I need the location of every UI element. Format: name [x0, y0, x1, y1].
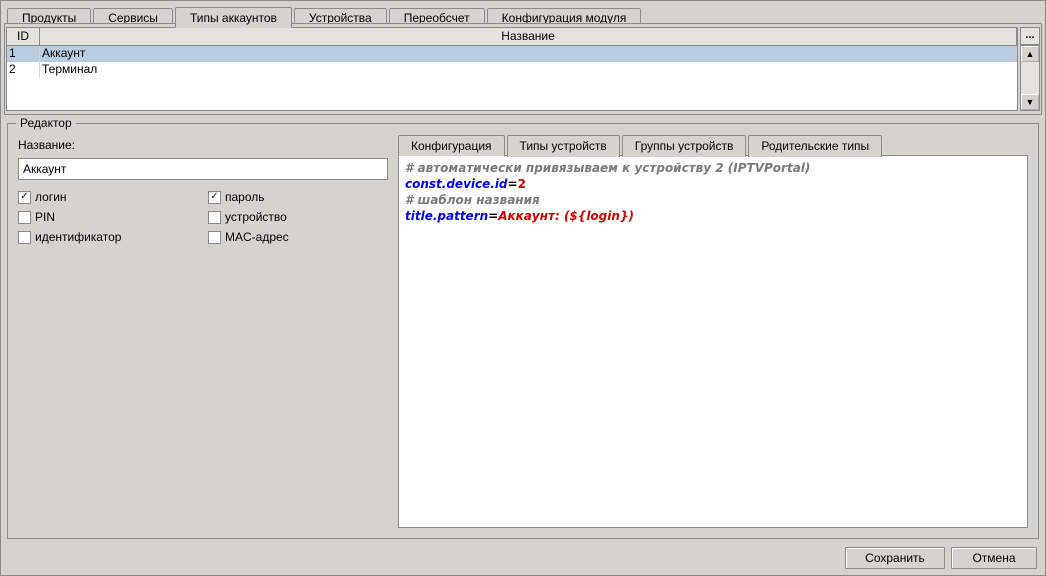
checkbox-логин[interactable] [18, 191, 31, 204]
table-row[interactable]: 2Терминал [7, 62, 1017, 78]
main-window: ПродуктыСервисыТипы аккаунтовУстройстваП… [0, 0, 1046, 576]
scroll-down-button[interactable]: ▼ [1021, 94, 1039, 110]
checkbox-MAC-адрес[interactable] [208, 231, 221, 244]
inner-tab-Родительские типы[interactable]: Родительские типы [748, 135, 882, 157]
cell-name: Аккаунт [40, 46, 1017, 62]
name-input[interactable] [18, 158, 388, 180]
editor-right-column: КонфигурацияТипы устройствГруппы устройс… [398, 134, 1028, 528]
editor-legend: Редактор [16, 116, 76, 130]
config-line: # автоматически привязываем к устройству… [405, 160, 1021, 176]
editor-left-column: Название: логин пароль PIN устройство иденти… [18, 134, 398, 528]
checkbox-label: PIN [35, 210, 55, 224]
config-line: title.pattern=Аккаунт: (${login}) [405, 208, 1021, 224]
checkbox-row: MAC-адрес [208, 230, 398, 244]
account-types-table: ID Название 1Аккаунт2Терминал [6, 27, 1018, 111]
checkbox-row: идентификатор [18, 230, 208, 244]
checkbox-row: PIN [18, 210, 208, 224]
inner-tabbar: КонфигурацияТипы устройствГруппы устройс… [398, 134, 1028, 156]
name-label: Название: [18, 138, 388, 152]
cell-id: 2 [7, 62, 40, 78]
inner-tab-Конфигурация[interactable]: Конфигурация [398, 135, 505, 157]
checkbox-идентификатор[interactable] [18, 231, 31, 244]
vertical-scrollbar[interactable]: ▲ ▼ [1020, 45, 1040, 111]
more-options-button[interactable]: ... [1020, 27, 1040, 45]
editor-body: Название: логин пароль PIN устройство иденти… [18, 134, 1028, 528]
config-editor[interactable]: # автоматически привязываем к устройству… [398, 155, 1028, 528]
properties-checkbox-grid: логин пароль PIN устройство идентификатор MAC… [18, 190, 388, 244]
checkbox-label: MAC-адрес [225, 230, 289, 244]
scroll-up-button[interactable]: ▲ [1021, 46, 1039, 62]
checkbox-label: логин [35, 190, 67, 204]
checkbox-row: устройство [208, 210, 398, 224]
cell-name: Терминал [40, 62, 1017, 78]
checkbox-пароль[interactable] [208, 191, 221, 204]
footer-buttons: Сохранить Отмена [845, 547, 1037, 569]
config-line: const.device.id=2 [405, 176, 1021, 192]
table-header-row: ID Название [7, 28, 1017, 46]
tab-Типы аккаунтов[interactable]: Типы аккаунтов [175, 7, 292, 28]
table-header-id[interactable]: ID [7, 28, 40, 45]
checkbox-row: логин [18, 190, 208, 204]
editor-group: Редактор Название: логинпарольPINустройс… [7, 123, 1039, 539]
checkbox-row: пароль [208, 190, 398, 204]
checkbox-устройство[interactable] [208, 211, 221, 224]
table-side-column: ... ▲ ▼ [1020, 27, 1040, 111]
inner-tab-Группы устройств[interactable]: Группы устройств [622, 135, 747, 157]
cancel-button[interactable]: Отмена [951, 547, 1037, 569]
checkbox-PIN[interactable] [18, 211, 31, 224]
account-types-table-area: ID Название 1Аккаунт2Терминал ... ▲ ▼ [4, 25, 1042, 113]
checkbox-label: устройство [225, 210, 287, 224]
save-button[interactable]: Сохранить [845, 547, 945, 569]
table-body: 1Аккаунт2Терминал [7, 46, 1017, 110]
table-header-name[interactable]: Название [40, 28, 1017, 45]
cell-id: 1 [7, 46, 40, 62]
checkbox-label: пароль [225, 190, 265, 204]
inner-tab-Типы устройств[interactable]: Типы устройств [507, 135, 620, 157]
table-row[interactable]: 1Аккаунт [7, 46, 1017, 62]
config-line: # шаблон названия [405, 192, 1021, 208]
checkbox-label: идентификатор [35, 230, 121, 244]
